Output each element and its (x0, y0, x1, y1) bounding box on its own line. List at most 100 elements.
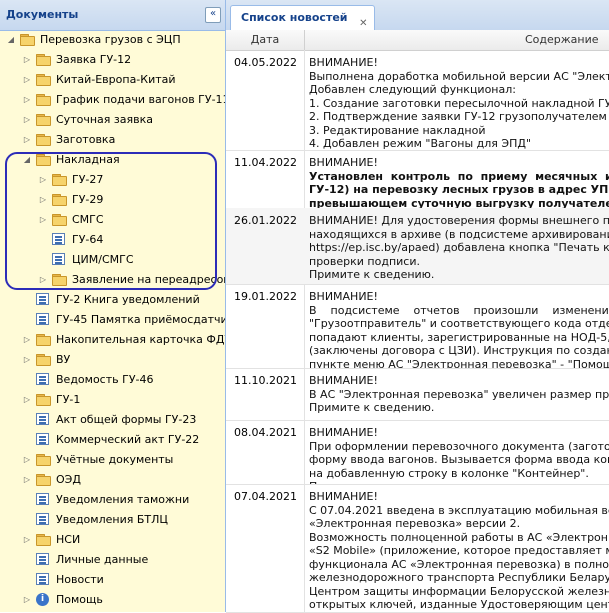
tree-item[interactable]: Акт общей формы ГУ-23 (0, 411, 225, 429)
collapse-panel-button[interactable]: « (205, 7, 221, 23)
tree-item[interactable]: ▷ Китай-Европа-Китай (0, 71, 225, 89)
tree-item[interactable]: ▷ ГУ-1 (0, 391, 225, 409)
tree-item-label: Новости (56, 573, 104, 586)
tree-item-label: Уведомления БТЛЦ (56, 513, 168, 526)
info-icon: i (36, 593, 49, 606)
tree-item[interactable]: ▷ i Помощь (0, 591, 225, 609)
collapsed-arrow-icon[interactable]: ▷ (22, 351, 32, 369)
tree-item-label: Учётные документы (56, 453, 174, 466)
folder-icon (36, 454, 51, 466)
news-content: ВНИМАНИЕ! Выполнена доработка мобильной … (309, 56, 609, 150)
collapsed-arrow-icon[interactable]: ▷ (22, 451, 32, 469)
collapsed-arrow-icon[interactable]: ▷ (22, 591, 32, 609)
news-date: 08.04.2021 (234, 426, 297, 439)
folder-icon (36, 394, 51, 406)
news-row[interactable]: 07.04.2021 ВНИМАНИЕ! С 07.04.2021 введена… (226, 484, 609, 613)
tree-item[interactable]: ГУ-2 Книга уведомлений (0, 291, 225, 309)
tree-item[interactable]: ◢ Перевозка грузов с ЭЦП (0, 31, 225, 49)
document-icon (36, 373, 49, 385)
news-row[interactable]: 11.10.2021 ВНИМАНИЕ! В АС "Электронная пе… (226, 368, 609, 421)
tree-item-label: Перевозка грузов с ЭЦП (40, 33, 181, 46)
tree-item[interactable]: Личные данные (0, 551, 225, 569)
collapsed-arrow-icon[interactable]: ▷ (22, 471, 32, 489)
tree-item-label: НСИ (56, 533, 81, 546)
folder-icon (36, 354, 51, 366)
news-row[interactable]: 26.01.2022 ВНИМАНИЕ! Для удостоверения фо… (226, 208, 609, 285)
news-content: ВНИМАНИЕ! Установлен контроль по приему м… (309, 156, 609, 209)
tree-item[interactable]: ▷ Накопительная карточка ФДУ-92 (0, 331, 225, 349)
tree-item[interactable]: ▷ Учётные документы (0, 451, 225, 469)
tree-item[interactable]: ГУ-45 Памятка приёмосдатчика (0, 311, 225, 329)
folder-icon (36, 114, 51, 126)
news-row[interactable]: 08.04.2021 ВНИМАНИЕ! При оформлении перев… (226, 420, 609, 485)
tree-item[interactable]: ▷ Заготовка (0, 131, 225, 149)
tab-news-list-label: Список новостей (241, 11, 348, 24)
tree-item[interactable]: ▷ График подачи вагонов ГУ-11 (0, 91, 225, 109)
news-row[interactable]: 19.01.2022 ВНИМАНИЕ! В подсистеме отчетов… (226, 284, 609, 369)
tree-item[interactable]: Ведомость ГУ-46 (0, 371, 225, 389)
folder-icon (36, 74, 51, 86)
collapsed-arrow-icon[interactable]: ▷ (22, 91, 32, 109)
tree-item-label: График подачи вагонов ГУ-11 (56, 93, 226, 106)
expanded-arrow-icon[interactable]: ◢ (6, 31, 16, 49)
collapsed-arrow-icon[interactable]: ▷ (22, 531, 32, 549)
tree-item-label: Коммерческий акт ГУ-22 (56, 433, 200, 446)
collapsed-arrow-icon[interactable]: ▷ (22, 111, 32, 129)
tree-item-label: Заявка ГУ-12 (56, 53, 132, 66)
collapsed-arrow-icon[interactable]: ▷ (22, 131, 32, 149)
news-row[interactable]: 11.04.2022 ВНИМАНИЕ! Установлен контроль п… (226, 150, 609, 209)
news-panel: Список новостей ✕ Дата Содержание 04.05.… (226, 0, 609, 613)
tree-item-label: ГУ-1 (56, 393, 81, 406)
news-row[interactable]: 04.05.2022 ВНИМАНИЕ! Выполнена доработка … (226, 50, 609, 151)
news-content: ВНИМАНИЕ! Для удостоверения формы внешне… (309, 214, 609, 281)
news-content: ВНИМАНИЕ! В подсистеме отчетов произошли… (309, 290, 609, 369)
document-icon (36, 493, 49, 505)
news-content: ВНИМАНИЕ! С 07.04.2021 введена в эксплуа… (309, 490, 609, 611)
tree-item[interactable]: ▷ НСИ (0, 531, 225, 549)
folder-icon (36, 334, 51, 346)
tree-item-label: Накопительная карточка ФДУ-92 (56, 333, 225, 346)
document-icon (36, 433, 49, 445)
tree-item[interactable]: Коммерческий акт ГУ-22 (0, 431, 225, 449)
news-date: 19.01.2022 (234, 290, 297, 303)
tree-item-label: Личные данные (56, 553, 149, 566)
news-date: 07.04.2021 (234, 490, 297, 503)
highlight-outline (5, 152, 217, 290)
tree-item[interactable]: Новости (0, 571, 225, 589)
document-icon (36, 553, 49, 565)
tree-item[interactable]: ▷ ОЭД (0, 471, 225, 489)
column-header-date[interactable]: Дата (226, 30, 305, 50)
tree-item-label: Ведомость ГУ-46 (56, 373, 154, 386)
folder-icon (36, 94, 51, 106)
column-header-content[interactable]: Содержание (305, 30, 609, 50)
tab-news-list[interactable]: Список новостей ✕ (230, 5, 375, 31)
news-content: ВНИМАНИЕ! При оформлении перевозочного д… (309, 426, 609, 484)
folder-icon (36, 134, 51, 146)
tree-item-label: Суточная заявка (56, 113, 153, 126)
news-date: 26.01.2022 (234, 214, 297, 227)
document-icon (36, 513, 49, 525)
collapsed-arrow-icon[interactable]: ▷ (22, 71, 32, 89)
documents-panel-header: Документы « (0, 0, 225, 31)
collapsed-arrow-icon[interactable]: ▷ (22, 391, 32, 409)
tree-item[interactable]: Уведомления таможни (0, 491, 225, 509)
tree-item-label: ОЭД (56, 473, 81, 486)
tree-item[interactable]: ▷ Суточная заявка (0, 111, 225, 129)
collapsed-arrow-icon[interactable]: ▷ (22, 51, 32, 69)
tab-strip: Список новостей ✕ (226, 0, 609, 31)
collapsed-arrow-icon[interactable]: ▷ (22, 331, 32, 349)
tree-item-label: ВУ (56, 353, 71, 366)
folder-icon (20, 34, 35, 46)
tree-item-label: Помощь (56, 593, 103, 606)
tree-item[interactable]: Уведомления БТЛЦ (0, 511, 225, 529)
news-date: 11.10.2021 (234, 374, 297, 387)
folder-icon (36, 534, 51, 546)
tree-item-label: Уведомления таможни (56, 493, 190, 506)
tree-item[interactable]: ▷ ВУ (0, 351, 225, 369)
document-icon (36, 293, 49, 305)
tree-item-label: Акт общей формы ГУ-23 (56, 413, 197, 426)
folder-icon (36, 474, 51, 486)
tree-item[interactable]: ▷ Заявка ГУ-12 (0, 51, 225, 69)
news-content: ВНИМАНИЕ! В АС "Электронная перевозка" у… (309, 374, 609, 414)
tree-item-label: ГУ-2 Книга уведомлений (56, 293, 200, 306)
